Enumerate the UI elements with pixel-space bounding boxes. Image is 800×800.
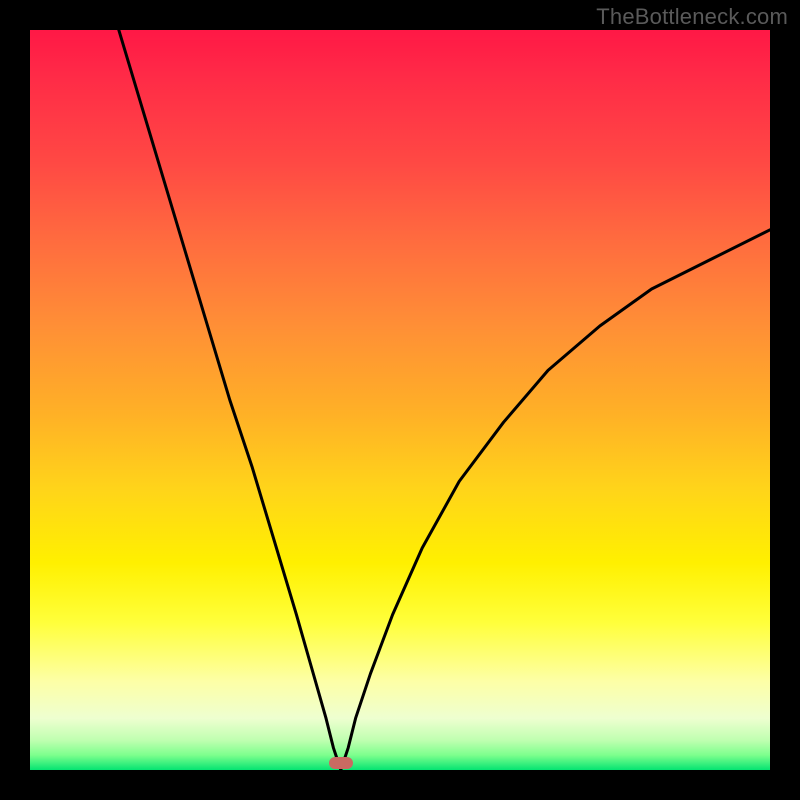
curve-path bbox=[119, 30, 770, 770]
minimum-marker bbox=[329, 757, 353, 769]
chart-frame: TheBottleneck.com bbox=[0, 0, 800, 800]
bottleneck-curve bbox=[30, 30, 770, 770]
plot-area bbox=[30, 30, 770, 770]
watermark-text: TheBottleneck.com bbox=[596, 4, 788, 30]
